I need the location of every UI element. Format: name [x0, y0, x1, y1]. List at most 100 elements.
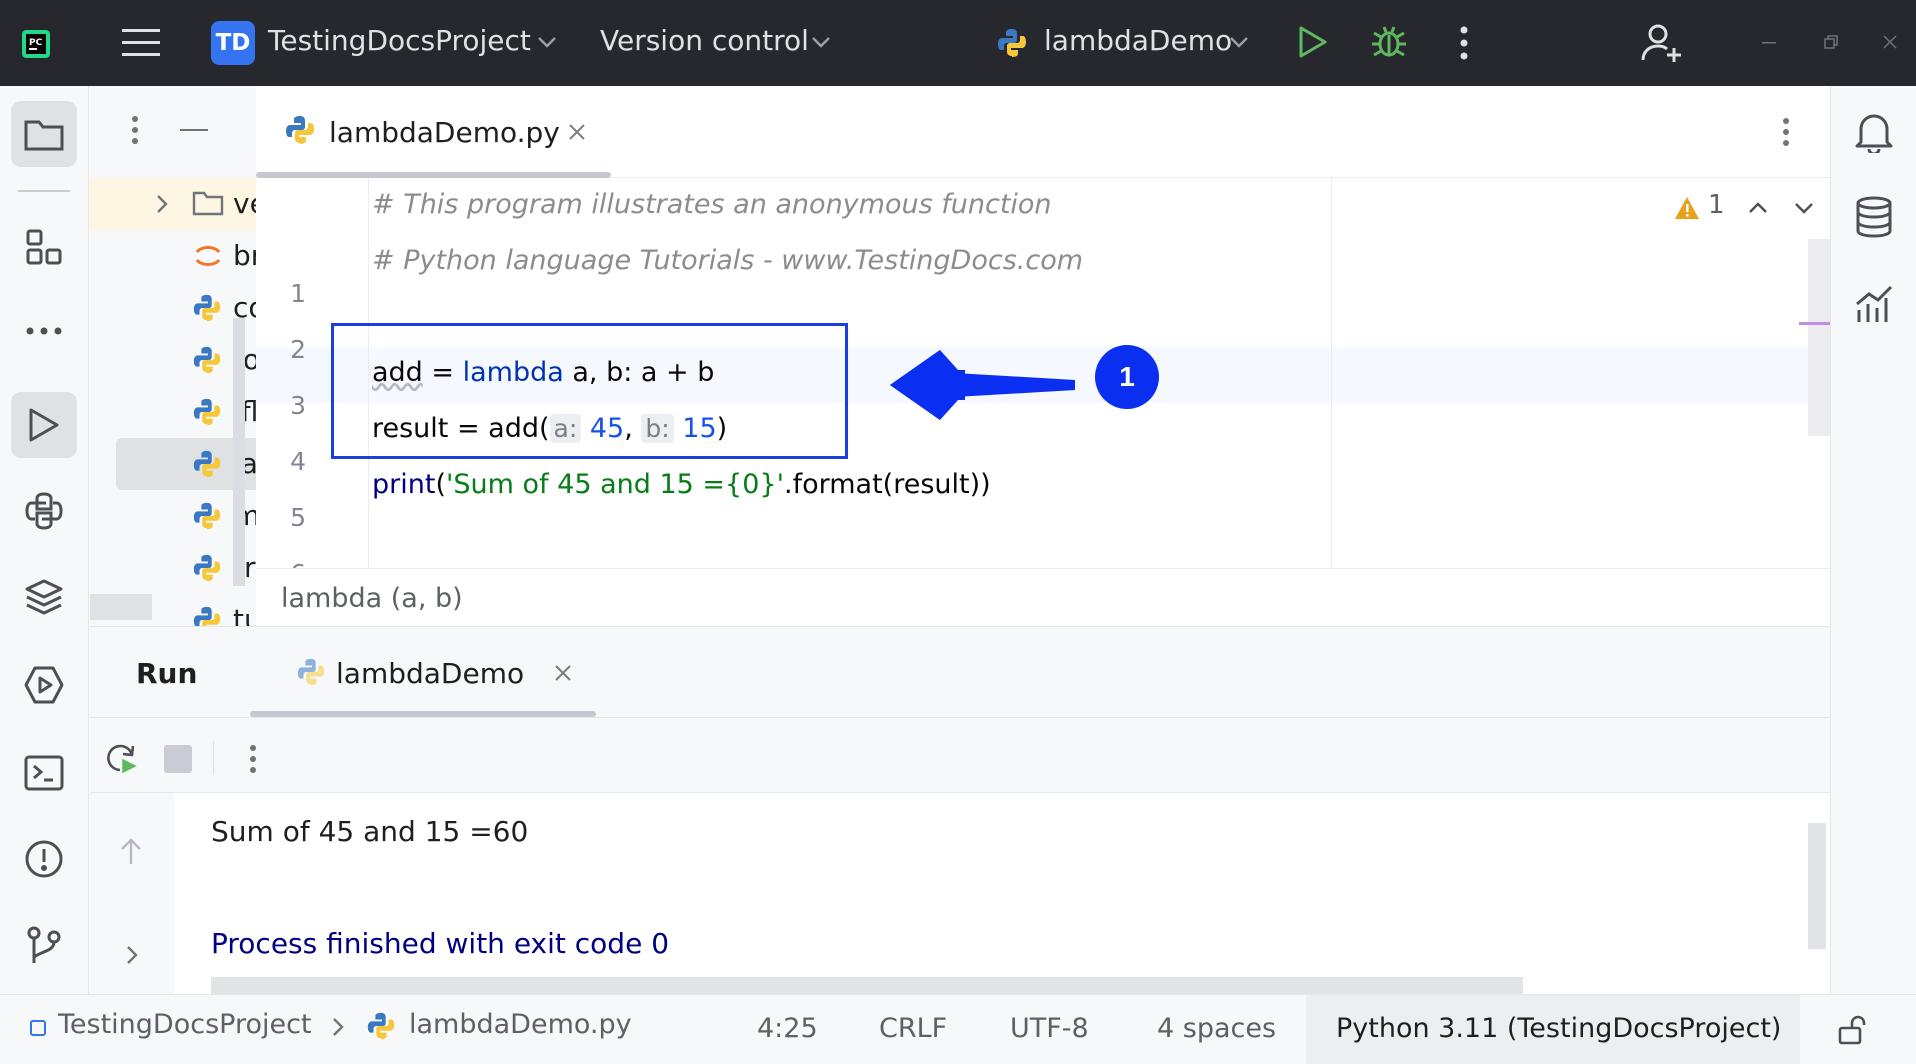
restore-icon[interactable] [1824, 35, 1838, 49]
line-number: 5 [290, 503, 306, 532]
console-output-line: Sum of 45 and 15 =60 [211, 815, 529, 848]
run-config-dropdown[interactable]: lambdaDemo [1044, 24, 1232, 57]
process-exit-message: Process finished with exit code 0 [211, 927, 670, 960]
breadcrumb[interactable]: lambda (a, b) [281, 583, 463, 614]
python-file-icon [284, 114, 316, 146]
horizontal-scrollbar[interactable] [211, 977, 1523, 995]
sciview-icon[interactable] [1855, 284, 1893, 324]
right-margin-guide [1331, 178, 1332, 568]
run-icon[interactable] [1298, 25, 1328, 59]
options-icon[interactable] [132, 116, 138, 144]
minimize-icon[interactable] [1762, 42, 1776, 44]
scrollbar-thumb[interactable] [90, 594, 152, 620]
status-project-crumb[interactable]: TestingDocsProject [58, 1009, 312, 1040]
python-file-icon [192, 345, 222, 375]
python-console-icon[interactable] [11, 478, 77, 544]
tab-lambdademo[interactable]: lambdaDemo.py [329, 116, 560, 149]
tree-item-file[interactable]: m [90, 490, 256, 542]
chevron-down-icon[interactable] [537, 36, 557, 48]
lock-icon[interactable] [1838, 1015, 1866, 1045]
line-number: 1 [290, 279, 306, 308]
close-tab-icon[interactable] [554, 664, 572, 682]
title-bar: PC TD TestingDocsProject Version control… [0, 0, 1916, 86]
tree-item-file-selected[interactable]: la [90, 438, 256, 490]
tree-item-label: tu [233, 603, 256, 626]
stop-icon[interactable] [164, 745, 192, 773]
file-encoding[interactable]: UTF-8 [1010, 1013, 1089, 1044]
jupyter-icon [194, 242, 222, 270]
tree-item-file[interactable]: tu [90, 594, 256, 626]
scrollbar-marker [1799, 322, 1830, 325]
code-line-2[interactable]: # Python language Tutorials - www.Testin… [372, 245, 1083, 276]
python-file-icon [996, 27, 1028, 59]
chevron-down-icon[interactable] [811, 36, 831, 48]
tree-item-label: ve [233, 187, 256, 220]
warning-icon[interactable] [1674, 196, 1700, 220]
more-tools-icon[interactable] [11, 298, 77, 364]
warnings-count[interactable]: 1 [1708, 190, 1725, 220]
python-file-icon [192, 397, 222, 427]
run-panel-title: Run [136, 657, 198, 690]
line-separator[interactable]: CRLF [879, 1013, 947, 1044]
vcs-dropdown[interactable]: Version control [600, 24, 809, 57]
code-token: ( [435, 469, 446, 500]
project-tool-button[interactable] [11, 101, 77, 167]
notifications-icon[interactable] [1855, 111, 1893, 153]
indent-setting[interactable]: 4 spaces [1157, 1013, 1276, 1044]
add-user-icon[interactable] [1640, 22, 1682, 64]
main-menu-icon[interactable] [122, 27, 160, 59]
run-tool-window: Run lambdaDemo Sum of 45 and 15 =60 Proc… [90, 626, 1830, 995]
python-interpreter[interactable]: Python 3.11 (TestingDocsProject) [1336, 1013, 1781, 1044]
vertical-scrollbar[interactable] [1808, 823, 1826, 949]
code-string: 'Sum of 45 and 15 ={0}' [446, 469, 785, 500]
tree-item-file[interactable]: tr [90, 542, 256, 594]
code-line-1[interactable]: # This program illustrates an anonymous … [372, 189, 1052, 220]
tree-item-notebook[interactable]: br [90, 230, 256, 282]
python-file-icon [192, 449, 222, 479]
chevron-up-icon[interactable] [1748, 202, 1768, 214]
project-badge[interactable]: TD [211, 21, 255, 65]
run-tool-button[interactable] [11, 392, 77, 458]
rerun-icon[interactable] [104, 741, 138, 775]
python-file-icon [192, 293, 222, 323]
more-actions-icon[interactable] [250, 745, 256, 773]
tree-item-file[interactable]: ifl [90, 386, 256, 438]
module-icon [30, 1020, 46, 1036]
pycharm-logo-icon[interactable]: PC [22, 30, 50, 58]
problems-icon[interactable] [11, 826, 77, 892]
chevron-right-icon[interactable] [156, 194, 168, 214]
debug-icon[interactable] [1370, 23, 1408, 61]
services-icon[interactable] [11, 652, 77, 718]
python-packages-icon[interactable] [11, 564, 77, 630]
status-file-crumb[interactable]: lambdaDemo.py [409, 1009, 632, 1040]
project-scrollbar[interactable] [233, 318, 245, 586]
database-icon[interactable] [1855, 196, 1893, 238]
tree-item-file[interactable]: co [90, 282, 256, 334]
caret-position[interactable]: 4:25 [757, 1013, 818, 1044]
chevron-down-icon[interactable] [1794, 202, 1814, 214]
project-name-dropdown[interactable]: TestingDocsProject [268, 24, 531, 57]
chevron-right-icon[interactable] [126, 945, 138, 965]
close-window-icon[interactable] [1883, 35, 1897, 49]
code-line-6[interactable]: print('Sum of 45 and 15 ={0}'.format(res… [372, 469, 991, 500]
status-bar: TestingDocsProject lambdaDemo.py 4:25 CR… [0, 994, 1916, 1064]
chevron-down-icon[interactable] [1229, 36, 1249, 48]
right-tool-stripe [1830, 86, 1916, 994]
editor-scrollbar[interactable] [1808, 239, 1830, 436]
console-output[interactable]: Sum of 45 and 15 =60 Process finished wi… [174, 793, 1830, 995]
python-file-icon [192, 501, 222, 531]
python-file-icon [366, 1011, 396, 1041]
structure-tool-button[interactable] [11, 214, 77, 280]
scroll-up-icon[interactable] [120, 837, 142, 865]
tree-item-file[interactable]: fo [90, 334, 256, 386]
terminal-icon[interactable] [11, 740, 77, 806]
more-actions-icon[interactable] [1460, 26, 1468, 60]
toolbar-separator [213, 741, 214, 775]
run-tab-lambdademo[interactable]: lambdaDemo [336, 657, 524, 690]
hide-panel-icon[interactable] [180, 129, 208, 131]
git-icon[interactable] [11, 912, 77, 978]
close-tab-icon[interactable] [568, 123, 586, 141]
svg-text:PC: PC [29, 38, 43, 48]
editor-options-icon[interactable] [1783, 118, 1789, 146]
tree-item-folder[interactable]: ve [90, 178, 256, 230]
